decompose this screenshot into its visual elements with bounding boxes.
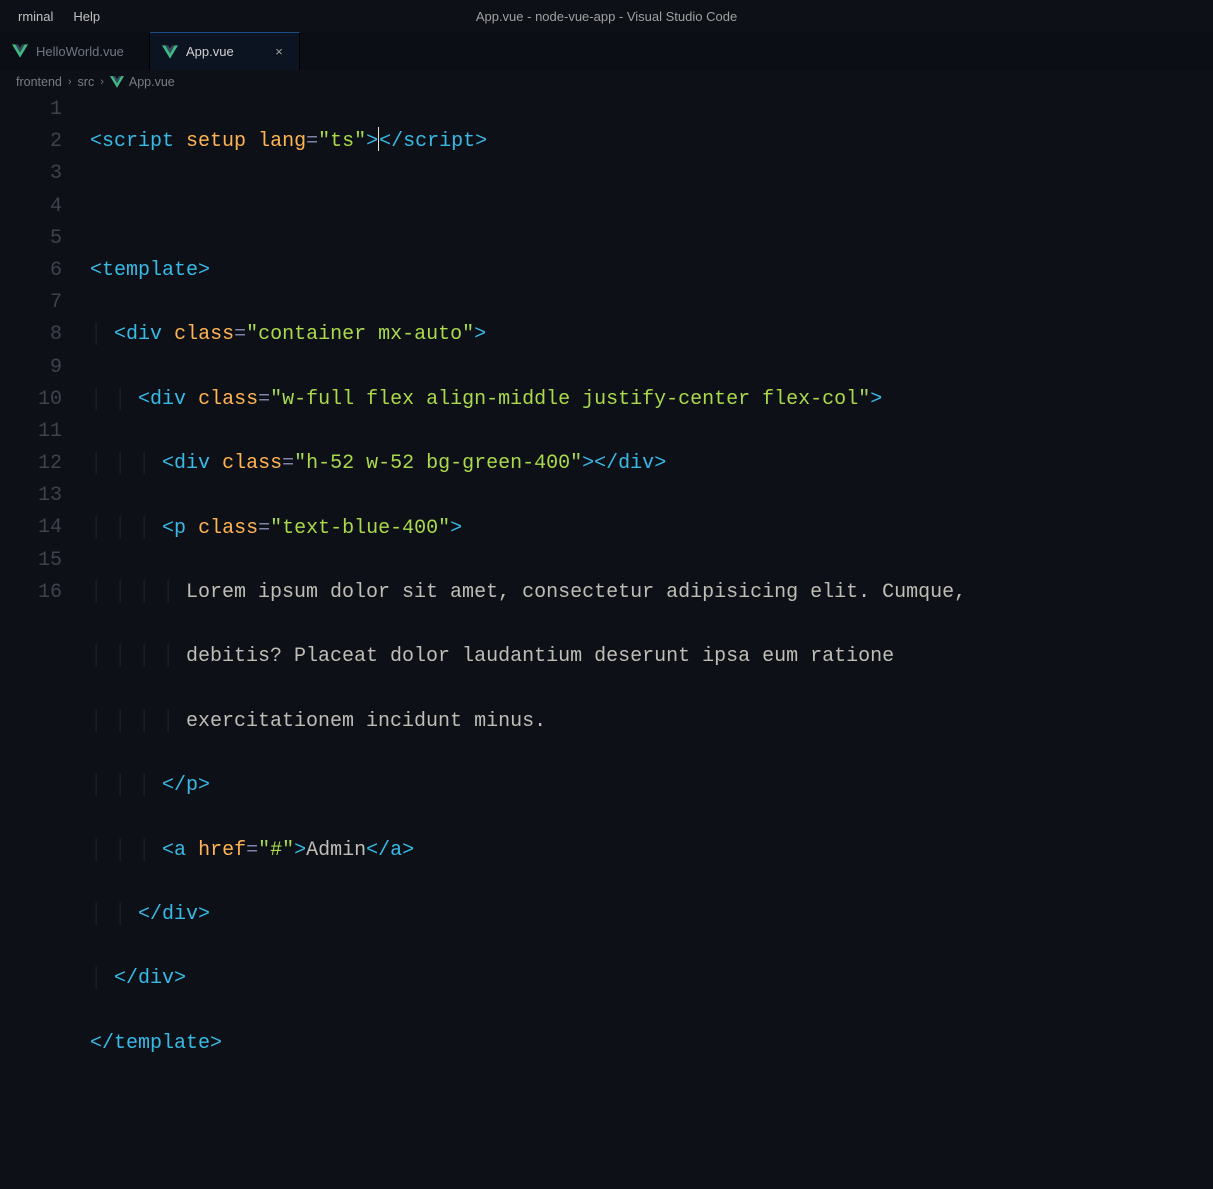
breadcrumb-file[interactable]: App.vue xyxy=(110,75,175,89)
breadcrumbs: frontend › src › App.vue xyxy=(0,70,1213,94)
line-number: 2 xyxy=(0,126,62,158)
line-number: 14 xyxy=(0,512,62,544)
line-number: 8 xyxy=(0,319,62,351)
line-number: 7 xyxy=(0,287,62,319)
code-area[interactable]: <script setup lang="ts"></script> <templ… xyxy=(90,94,1213,1189)
code-line xyxy=(90,1092,1213,1124)
chevron-right-icon: › xyxy=(98,76,106,88)
vue-icon xyxy=(12,44,28,58)
line-number: 9 xyxy=(0,352,62,384)
chevron-right-icon: › xyxy=(66,76,74,88)
code-line: │ │ │ <div class="h-52 w-52 bg-green-400… xyxy=(90,448,1213,480)
tab-label: HelloWorld.vue xyxy=(36,44,124,59)
line-number: 15 xyxy=(0,545,62,577)
line-number: 13 xyxy=(0,480,62,512)
vue-icon xyxy=(110,76,124,88)
gutter: 1 2 3 4 5 6 7 8 9 10 11 12 13 14 15 16 xyxy=(0,94,90,1189)
code-line: <script setup lang="ts"></script> xyxy=(90,126,1213,158)
line-number: 11 xyxy=(0,416,62,448)
menubar: rminal Help App.vue - node-vue-app - Vis… xyxy=(0,0,1213,32)
tab-bar: HelloWorld.vue App.vue × xyxy=(0,32,1213,70)
code-line: │ </div> xyxy=(90,963,1213,995)
menu-help[interactable]: Help xyxy=(63,5,110,28)
close-icon[interactable]: × xyxy=(271,44,287,60)
code-line: │ │ </div> xyxy=(90,899,1213,931)
code-line: <template> xyxy=(90,255,1213,287)
code-line: </template> xyxy=(90,1028,1213,1060)
line-number: 4 xyxy=(0,191,62,223)
tab-helloworld[interactable]: HelloWorld.vue xyxy=(0,32,150,70)
breadcrumb-file-label: App.vue xyxy=(129,75,175,89)
editor[interactable]: 1 2 3 4 5 6 7 8 9 10 11 12 13 14 15 16 <… xyxy=(0,94,1213,1189)
line-number: 6 xyxy=(0,255,62,287)
line-number: 12 xyxy=(0,448,62,480)
line-number: 1 xyxy=(0,94,62,126)
code-line: │ │ │ │ Lorem ipsum dolor sit amet, cons… xyxy=(90,577,1213,609)
menu-terminal[interactable]: rminal xyxy=(8,5,63,28)
line-number: 3 xyxy=(0,158,62,190)
line-number: 16 xyxy=(0,577,62,609)
code-line: │ │ │ <a href="#">Admin</a> xyxy=(90,835,1213,867)
code-line: │ │ │ │ debitis? Placeat dolor laudantiu… xyxy=(90,641,1213,673)
code-line: │ <div class="container mx-auto"> xyxy=(90,319,1213,351)
code-line: │ │ │ <p class="text-blue-400"> xyxy=(90,513,1213,545)
window-title: App.vue - node-vue-app - Visual Studio C… xyxy=(476,9,737,24)
tab-appvue[interactable]: App.vue × xyxy=(150,32,300,70)
line-number: 5 xyxy=(0,223,62,255)
breadcrumb-folder[interactable]: frontend xyxy=(16,75,62,89)
tab-label: App.vue xyxy=(186,44,234,59)
breadcrumb-folder[interactable]: src xyxy=(78,75,95,89)
code-line: │ │ <div class="w-full flex align-middle… xyxy=(90,384,1213,416)
vue-icon xyxy=(162,45,178,59)
code-line xyxy=(90,191,1213,223)
line-number: 10 xyxy=(0,384,62,416)
code-line: │ │ │ </p> xyxy=(90,770,1213,802)
